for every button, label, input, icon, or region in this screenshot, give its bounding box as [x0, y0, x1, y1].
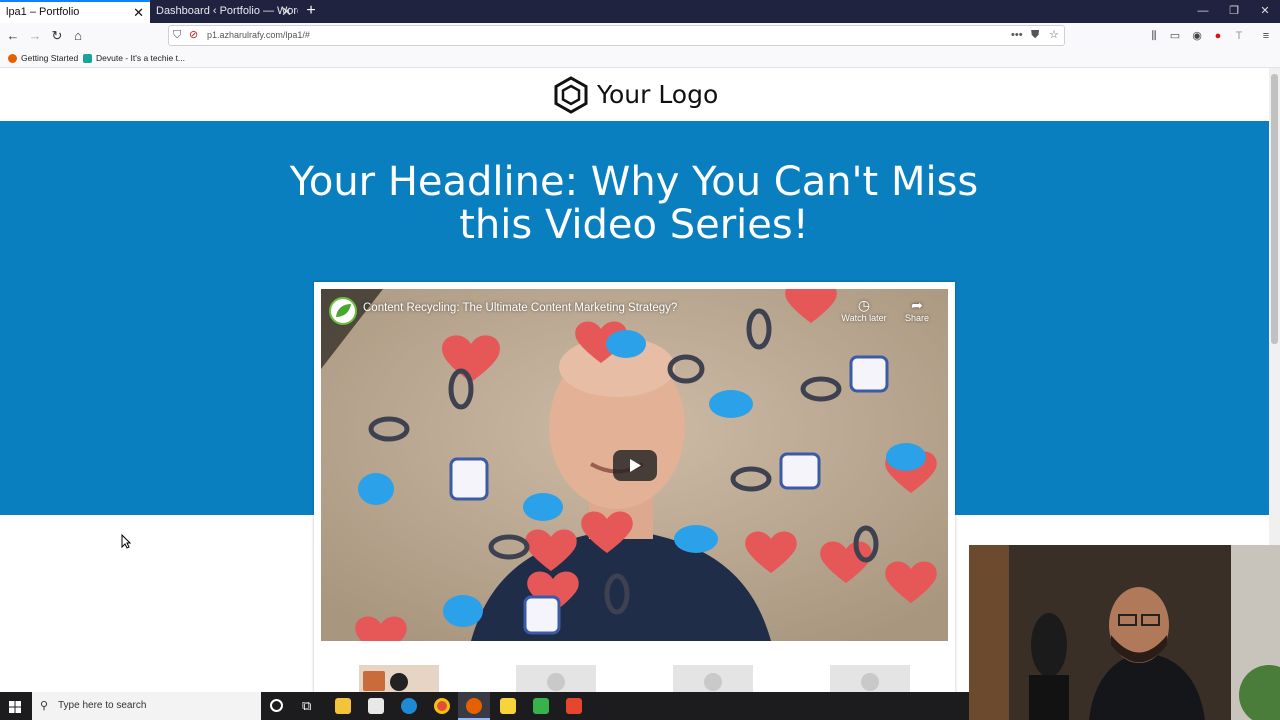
- watch-later-label: Watch later: [841, 313, 887, 323]
- page-headline: Your Headline: Why You Can't Miss this V…: [250, 161, 1018, 247]
- restore-icon[interactable]: ❐: [1218, 0, 1250, 23]
- leaf-icon: [336, 304, 351, 317]
- new-tab-icon[interactable]: +: [304, 0, 318, 22]
- watch-later-button[interactable]: ◷ Watch later: [837, 297, 891, 323]
- translate-icon[interactable]: T: [1231, 28, 1247, 44]
- home-icon[interactable]: ⌂: [69, 27, 87, 45]
- url-text[interactable]: p1.azharulrafy.com/lpa1/#: [207, 26, 310, 45]
- share-label: Share: [904, 313, 930, 323]
- play-icon: [390, 673, 408, 691]
- play-icon: [861, 673, 879, 691]
- browser-tab-strip: lpa1 – Portfolio ✕ Dashboard ‹ Portfolio…: [0, 0, 1280, 23]
- task-view-icon[interactable]: ⧉: [302, 698, 311, 714]
- play-button[interactable]: [613, 450, 657, 481]
- webcam-image: [969, 545, 1280, 720]
- taskbar-search-box[interactable]: ⚲ Type here to search: [32, 692, 261, 720]
- mouse-cursor-icon: [121, 534, 131, 549]
- bookmark-label: Devute - It's a techie t...: [96, 53, 186, 63]
- reload-icon[interactable]: ↻: [48, 27, 66, 45]
- bookmark-getting-started[interactable]: Getting Started: [8, 49, 78, 67]
- video-title[interactable]: Content Recycling: The Ultimate Content …: [363, 302, 677, 314]
- hexagon-logo-icon: [554, 76, 588, 114]
- search-icon: ⚲: [40, 700, 49, 712]
- search-placeholder: Type here to search: [58, 700, 147, 711]
- menu-icon[interactable]: ≡: [1258, 28, 1274, 44]
- account-icon[interactable]: ◉: [1189, 28, 1205, 44]
- windows-start-icon[interactable]: [9, 700, 21, 713]
- page-actions-icon[interactable]: •••: [1011, 27, 1023, 44]
- bookmark-label: Getting Started: [21, 53, 79, 63]
- extension-icon[interactable]: ●: [1210, 28, 1226, 44]
- shield-icon[interactable]: ⛉: [173, 27, 181, 44]
- library-icon[interactable]: ⫼: [1146, 28, 1162, 44]
- camtasia-icon[interactable]: [533, 698, 549, 714]
- close-tab-icon[interactable]: ✕: [133, 2, 144, 23]
- url-bar[interactable]: ⛉ ⊘ p1.azharulrafy.com/lpa1/# ••• ⛊ ☆: [168, 25, 1065, 46]
- clock-icon: ◷: [857, 297, 871, 313]
- minimize-icon[interactable]: —: [1187, 0, 1219, 23]
- close-window-icon[interactable]: ✕: [1249, 0, 1280, 23]
- share-arrow-icon: ➦: [911, 297, 923, 313]
- headline-line-1: Your Headline: Why You Can't Miss: [289, 159, 979, 205]
- playlist-thumbnail[interactable]: [673, 665, 753, 692]
- playlist-thumbnail[interactable]: [516, 665, 596, 692]
- bookmark-devute[interactable]: Devute - It's a techie t...: [83, 49, 185, 67]
- youtube-video-player[interactable]: Content Recycling: The Ultimate Content …: [321, 289, 948, 641]
- cortana-icon[interactable]: [270, 699, 283, 712]
- edge-icon[interactable]: [401, 698, 417, 714]
- tab-label: Dashboard ‹ Portfolio — WordPress: [156, 5, 298, 17]
- tab-label: lpa1 – Portfolio: [6, 6, 80, 18]
- recorder-icon[interactable]: [566, 698, 582, 714]
- windows-taskbar: ⚲ Type here to search ⧉: [0, 692, 969, 720]
- channel-avatar[interactable]: [329, 297, 357, 325]
- devute-icon: [83, 54, 92, 64]
- play-icon: [704, 673, 722, 691]
- share-button[interactable]: ➦ Share: [890, 297, 944, 323]
- sidebar-icon[interactable]: ▭: [1167, 28, 1183, 44]
- thumbnail-image: [363, 671, 385, 691]
- store-icon[interactable]: [368, 698, 384, 714]
- firefox-icon: [466, 698, 482, 714]
- playlist-thumbnail[interactable]: [359, 665, 439, 692]
- tab-portfolio[interactable]: lpa1 – Portfolio ✕: [0, 0, 150, 23]
- bookmarks-toolbar: Getting Started Devute - It's a techie t…: [0, 49, 1280, 68]
- webcam-overlay: [969, 545, 1280, 720]
- play-icon: [547, 673, 565, 691]
- back-icon[interactable]: ←: [4, 27, 22, 45]
- sticky-notes-icon[interactable]: [500, 698, 516, 714]
- headline-line-2: this Video Series!: [459, 202, 809, 248]
- firefox-icon: [8, 54, 17, 64]
- logo-text: Your Logo: [597, 80, 719, 109]
- close-tab-icon[interactable]: ✕: [281, 0, 292, 23]
- site-header: Your Logo: [0, 68, 1269, 121]
- file-explorer-icon[interactable]: [335, 698, 351, 714]
- tab-dashboard[interactable]: Dashboard ‹ Portfolio — WordPress ✕: [150, 0, 298, 23]
- bookmark-star-icon[interactable]: ☆: [1049, 27, 1059, 44]
- playlist-thumbnail[interactable]: [830, 665, 910, 692]
- navigation-toolbar: ← → ↻ ⌂ ⛉ ⊘ p1.azharulrafy.com/lpa1/# ••…: [0, 23, 1280, 49]
- chrome-icon[interactable]: [434, 698, 450, 714]
- scrollbar-thumb[interactable]: [1271, 74, 1278, 344]
- forward-icon[interactable]: →: [26, 27, 44, 45]
- firefox-taskbar-button[interactable]: [458, 692, 490, 720]
- pocket-icon[interactable]: ⛊: [1031, 27, 1039, 44]
- video-container: Content Recycling: The Ultimate Content …: [314, 282, 955, 692]
- play-icon: [630, 459, 641, 472]
- insecure-lock-icon[interactable]: ⊘: [189, 27, 198, 44]
